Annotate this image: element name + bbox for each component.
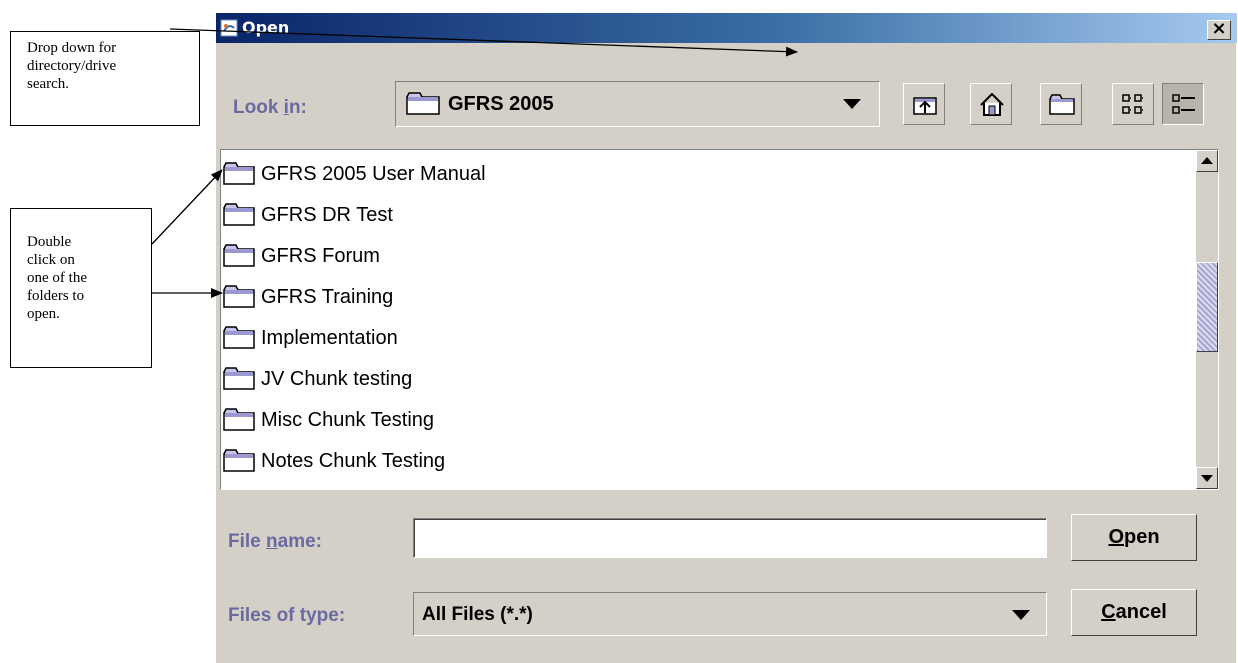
open-mnemonic: O (1108, 526, 1124, 548)
files-of-type-label: Files of type: (228, 605, 346, 626)
list-view-button[interactable] (1112, 83, 1154, 125)
list-item[interactable]: GFRS DR Test (223, 196, 393, 234)
scroll-up-button[interactable] (1196, 150, 1218, 172)
details-view-button[interactable] (1162, 83, 1204, 125)
file-name: GFRS Forum (261, 244, 380, 267)
scroll-down-button[interactable] (1196, 467, 1218, 489)
file-name-label-text-end: ame: (277, 531, 322, 552)
callout-line: Drop down for (27, 40, 117, 56)
view-toggle-group (1112, 83, 1216, 125)
arrow-down-icon (1201, 475, 1213, 482)
list-view-icon (1122, 94, 1144, 114)
folder-icon (223, 408, 255, 431)
dialog-title: Open (242, 18, 290, 37)
callout-line: open. (27, 306, 60, 322)
vertical-scrollbar[interactable] (1196, 150, 1218, 489)
list-item[interactable]: Notes Chunk Testing (223, 442, 445, 480)
chevron-down-icon (843, 99, 861, 109)
arrow-up-icon (1201, 157, 1213, 164)
file-name: GFRS 2005 User Manual (261, 162, 486, 185)
folder-icon (406, 92, 440, 115)
folder-icon (223, 244, 255, 267)
cancel-mnemonic: C (1101, 601, 1116, 623)
files-of-type-dropdown[interactable]: All Files (*.*) (413, 592, 1047, 636)
cancel-button[interactable]: Cancel (1071, 589, 1197, 636)
callout-line: folders to (27, 288, 85, 304)
close-icon: × (1211, 18, 1227, 39)
file-name: GFRS DR Test (261, 203, 393, 226)
file-name-label: File name: (228, 531, 322, 553)
file-list[interactable]: GFRS 2005 User Manual GFRS DR Test GFRS … (220, 149, 1219, 490)
scroll-thumb[interactable] (1196, 262, 1218, 352)
file-name: Implementation (261, 326, 398, 349)
open-label: pen (1124, 526, 1160, 548)
chevron-down-icon (1012, 610, 1030, 620)
folder-icon (223, 203, 255, 226)
file-name: Notes Chunk Testing (261, 449, 446, 472)
callout-line: Double (27, 234, 72, 250)
double-click-callout: Double click on one of the folders to op… (10, 208, 152, 368)
folder-icon (223, 367, 255, 390)
folder-icon (223, 285, 255, 308)
file-name: Misc Chunk Testing (261, 408, 435, 431)
details-view-icon (1172, 94, 1195, 114)
open-button[interactable]: Open (1071, 514, 1197, 561)
file-name: GFRS Training (261, 285, 394, 308)
home-button[interactable] (970, 83, 1012, 125)
up-one-level-icon (913, 97, 937, 115)
look-in-label-text: Look (233, 97, 284, 118)
look-in-value: GFRS 2005 (448, 93, 554, 115)
look-in-dropdown[interactable]: GFRS 2005 (395, 81, 880, 127)
list-item[interactable]: Implementation (223, 319, 398, 357)
list-item[interactable]: Misc Chunk Testing (223, 401, 434, 439)
callout-line: one of the (27, 270, 87, 286)
home-icon (980, 92, 1004, 116)
files-of-type-value: All Files (*.*) (422, 604, 533, 625)
look-in-label-text-end: n: (288, 97, 307, 118)
title-bar[interactable]: Open × (216, 13, 1237, 43)
list-item[interactable]: JV Chunk testing (223, 360, 412, 398)
file-name-mnemonic: n (266, 531, 278, 552)
callout-line: click on (27, 252, 75, 268)
cancel-label: ancel (1115, 601, 1167, 623)
file-name-input[interactable] (413, 518, 1047, 558)
java-cup-icon (220, 19, 238, 37)
file-name: JV Chunk testing (261, 367, 413, 390)
list-item-partial[interactable] (223, 483, 261, 489)
first-folder-arrow (151, 169, 223, 245)
folder-icon (223, 449, 255, 472)
list-item[interactable]: GFRS Training (223, 278, 393, 316)
callout-line: directory/drive (27, 58, 117, 74)
open-dialog: Open × Look in: GFRS 2005 GFRS 2005 User… (215, 12, 1237, 663)
folder-icon (223, 162, 255, 185)
list-item[interactable]: GFRS Forum (223, 237, 380, 275)
folder-icon (223, 326, 255, 349)
list-item[interactable]: GFRS 2005 User Manual (223, 155, 486, 193)
new-folder-icon (1049, 94, 1075, 115)
callout-line: search. (27, 76, 70, 92)
new-folder-button[interactable] (1040, 83, 1082, 125)
dropdown-callout: Drop down for directory/drive search. (10, 31, 200, 126)
look-in-label: Look in: (233, 97, 307, 119)
file-name-label-text: File (228, 531, 267, 552)
close-button[interactable]: × (1207, 20, 1231, 40)
up-one-level-button[interactable] (903, 83, 945, 125)
